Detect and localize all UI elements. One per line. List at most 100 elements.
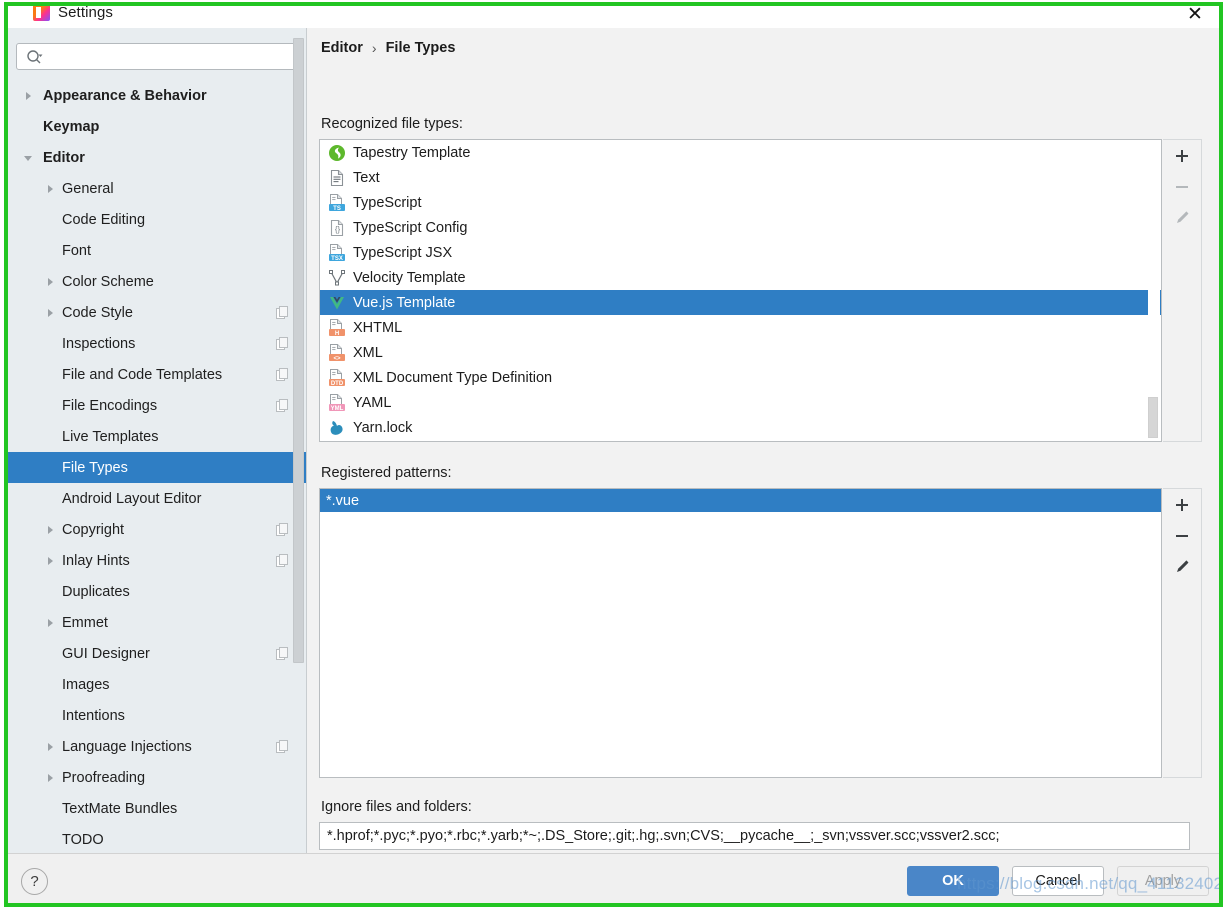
settings-dialog: Settings ✕ Appearance & Behavior Keymap Ed… (0, 0, 1227, 911)
sidebar-item-gui-designer[interactable]: GUI Designer (8, 638, 306, 669)
patterns-remove-button[interactable] (1166, 520, 1198, 551)
cancel-button[interactable]: Cancel (1012, 866, 1104, 896)
sidebar-item-label: Color Scheme (62, 273, 154, 290)
sidebar-item-label: TextMate Bundles (62, 800, 178, 817)
chevron-right-icon[interactable] (21, 89, 35, 103)
sidebar-item-appearance-behavior[interactable]: Appearance & Behavior (8, 80, 306, 111)
file-type-row[interactable]: <> XML (320, 340, 1161, 365)
ok-button[interactable]: OK (907, 866, 999, 896)
chevron-right-icon[interactable] (43, 616, 57, 630)
sidebar-item-label: File Types (62, 459, 128, 476)
sidebar-item-intentions[interactable]: Intentions (8, 700, 306, 731)
sidebar-item-label: Copyright (62, 521, 125, 538)
pattern-row[interactable]: *.vue (320, 489, 1161, 512)
sidebar-item-label: Inlay Hints (62, 552, 130, 569)
file-type-row[interactable]: Tapestry Template (320, 140, 1161, 165)
file-type-row[interactable]: TSX TypeScript JSX (320, 240, 1161, 265)
chevron-down-icon[interactable] (21, 151, 35, 165)
sidebar-item-label: File Encodings (62, 397, 158, 414)
sidebar-item-language-injections[interactable]: Language Injections (8, 731, 306, 762)
help-icon[interactable]: ? (21, 868, 48, 895)
file-type-label: Velocity Template (353, 269, 466, 286)
sidebar-item-file-encodings[interactable]: File Encodings (8, 390, 306, 421)
settings-content-pane: Editor › File Types Recognized file type… (307, 28, 1219, 853)
yaml-icon: YML (328, 393, 346, 412)
chevron-right-icon[interactable] (43, 306, 57, 320)
file-types-remove-button (1166, 171, 1198, 202)
file-type-row[interactable]: {} TypeScript Config (320, 215, 1161, 240)
sidebar-item-duplicates[interactable]: Duplicates (8, 576, 306, 607)
sidebar-item-proofreading[interactable]: Proofreading (8, 762, 306, 793)
copy-settings-icon (276, 306, 289, 319)
sidebar-item-emmet[interactable]: Emmet (8, 607, 306, 638)
patterns-edit-button[interactable] (1166, 551, 1198, 582)
file-type-row[interactable]: DTD XML Document Type Definition (320, 365, 1161, 390)
apply-button: Apply (1117, 866, 1209, 896)
copy-settings-icon (276, 368, 289, 381)
sidebar-scrollbar[interactable] (293, 38, 304, 663)
file-type-label: XML (353, 344, 383, 361)
search-icon (27, 50, 43, 64)
chevron-right-icon[interactable] (43, 182, 57, 196)
chevron-right-icon[interactable] (43, 523, 57, 537)
sidebar-item-color-scheme[interactable]: Color Scheme (8, 266, 306, 297)
sidebar-item-label: GUI Designer (62, 645, 150, 662)
file-types-add-button[interactable] (1166, 140, 1198, 171)
sidebar-item-label: Android Layout Editor (62, 490, 202, 507)
chevron-right-icon[interactable] (43, 771, 57, 785)
sidebar-item-file-types[interactable]: File Types (8, 452, 306, 483)
recognized-file-types-list[interactable]: Tapestry Template Text TS TypeScript {} TypeS… (319, 139, 1162, 442)
sidebar-item-file-and-code-templates[interactable]: File and Code Templates (8, 359, 306, 390)
file-type-row[interactable]: Text (320, 165, 1161, 190)
file-types-scrollbar-thumb[interactable] (1148, 397, 1158, 438)
chevron-right-icon[interactable] (43, 740, 57, 754)
ignore-files-input[interactable]: *.hprof;*.pyc;*.pyo;*.rbc;*.yarb;*~;.DS_… (319, 822, 1190, 850)
sidebar-item-todo[interactable]: TODO (8, 824, 306, 853)
sidebar-item-font[interactable]: Font (8, 235, 306, 266)
text-file-icon (328, 169, 346, 187)
close-icon[interactable]: ✕ (1181, 2, 1209, 26)
sidebar-item-android-layout-editor[interactable]: Android Layout Editor (8, 483, 306, 514)
sidebar-item-label: Code Style (62, 304, 133, 321)
file-type-row[interactable]: YML YAML (320, 390, 1161, 415)
svg-text:H: H (335, 330, 339, 336)
chevron-right-icon[interactable] (43, 554, 57, 568)
sidebar-item-textmate-bundles[interactable]: TextMate Bundles (8, 793, 306, 824)
copy-settings-icon (276, 337, 289, 350)
copy-settings-icon (276, 554, 289, 567)
sidebar-item-inlay-hints[interactable]: Inlay Hints (8, 545, 306, 576)
breadcrumb-parent[interactable]: Editor (321, 40, 363, 56)
chevron-right-icon[interactable] (43, 275, 57, 289)
file-types-scrollbar-track[interactable] (1148, 141, 1160, 441)
window-title: Settings (58, 4, 113, 21)
sidebar-item-code-style[interactable]: Code Style (8, 297, 306, 328)
sidebar-item-label: Duplicates (62, 583, 130, 600)
copy-settings-icon (276, 647, 289, 660)
file-type-row[interactable]: H XHTML (320, 315, 1161, 340)
file-type-label: TypeScript JSX (353, 244, 453, 261)
sidebar-item-inspections[interactable]: Inspections (8, 328, 306, 359)
file-type-row[interactable]: Yarn.lock (320, 415, 1161, 440)
svg-text:YML: YML (331, 405, 344, 411)
settings-tree: Appearance & Behavior Keymap Editor General… (8, 80, 306, 853)
file-type-row[interactable]: Velocity Template (320, 265, 1161, 290)
sidebar-item-label: Proofreading (62, 769, 146, 786)
sidebar-item-keymap[interactable]: Keymap (8, 111, 306, 142)
sidebar-item-images[interactable]: Images (8, 669, 306, 700)
registered-patterns-list[interactable]: *.vue (319, 488, 1162, 778)
sidebar-item-label: TODO (62, 831, 104, 848)
sidebar-item-general[interactable]: General (8, 173, 306, 204)
sidebar-item-label: Images (62, 676, 110, 693)
file-type-row[interactable]: TS TypeScript (320, 190, 1161, 215)
sidebar-item-live-templates[interactable]: Live Templates (8, 421, 306, 452)
recognized-file-types-label: Recognized file types: (321, 116, 463, 132)
file-type-row[interactable]: Vue.js Template (320, 290, 1161, 315)
search-input[interactable] (16, 43, 300, 70)
ignore-files-label: Ignore files and folders: (321, 799, 472, 815)
patterns-add-button[interactable] (1166, 489, 1198, 520)
sidebar-item-editor[interactable]: Editor (8, 142, 306, 173)
sidebar-item-copyright[interactable]: Copyright (8, 514, 306, 545)
sidebar-item-code-editing[interactable]: Code Editing (8, 204, 306, 235)
file-type-label: Yarn.lock (353, 419, 413, 436)
sidebar-item-label: Code Editing (62, 211, 146, 228)
